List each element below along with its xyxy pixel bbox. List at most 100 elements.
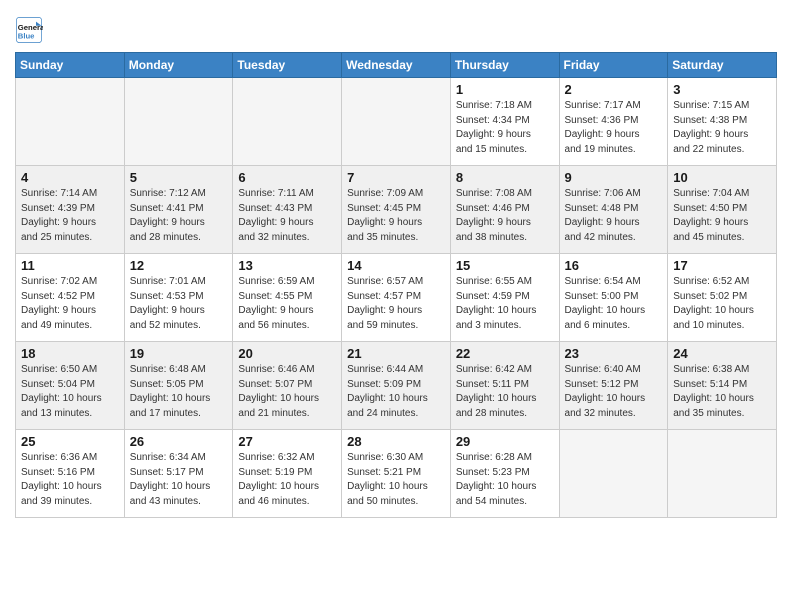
weekday-thursday: Thursday xyxy=(450,53,559,78)
day-info: Sunrise: 7:15 AM Sunset: 4:38 PM Dayligh… xyxy=(673,99,771,157)
svg-text:Blue: Blue xyxy=(18,31,35,40)
weekday-header: SundayMondayTuesdayWednesdayThursdayFrid… xyxy=(16,53,777,78)
day-number: 6 xyxy=(238,170,336,185)
header: General Blue xyxy=(15,10,777,44)
day-info: Sunrise: 7:17 AM Sunset: 4:36 PM Dayligh… xyxy=(565,99,663,157)
day-number: 13 xyxy=(238,258,336,273)
day-number: 7 xyxy=(347,170,445,185)
day-number: 19 xyxy=(130,346,228,361)
week-row: 4 Sunrise: 7:14 AM Sunset: 4:39 PM Daylig… xyxy=(16,166,777,254)
day-info: Sunrise: 7:11 AM Sunset: 4:43 PM Dayligh… xyxy=(238,187,336,245)
day-info: Sunrise: 7:18 AM Sunset: 4:34 PM Dayligh… xyxy=(456,99,554,157)
calendar-cell: 13 Sunrise: 6:59 AM Sunset: 4:55 PM Dayli… xyxy=(233,254,342,342)
day-info: Sunrise: 6:59 AM Sunset: 4:55 PM Dayligh… xyxy=(238,275,336,333)
calendar: SundayMondayTuesdayWednesdayThursdayFrid… xyxy=(15,52,777,518)
day-number: 18 xyxy=(21,346,119,361)
calendar-cell: 16 Sunrise: 6:54 AM Sunset: 5:00 PM Dayli… xyxy=(559,254,668,342)
calendar-cell xyxy=(668,430,777,518)
calendar-cell: 29 Sunrise: 6:28 AM Sunset: 5:23 PM Dayli… xyxy=(450,430,559,518)
calendar-cell xyxy=(124,78,233,166)
day-number: 17 xyxy=(673,258,771,273)
calendar-cell: 7 Sunrise: 7:09 AM Sunset: 4:45 PM Daylig… xyxy=(342,166,451,254)
day-number: 27 xyxy=(238,434,336,449)
day-number: 4 xyxy=(21,170,119,185)
calendar-cell: 12Sunrise: 7:01 AM Sunset: 4:53 PM Dayli… xyxy=(124,254,233,342)
day-number: 29 xyxy=(456,434,554,449)
calendar-cell: 6 Sunrise: 7:11 AM Sunset: 4:43 PM Daylig… xyxy=(233,166,342,254)
weekday-sunday: Sunday xyxy=(16,53,125,78)
calendar-cell xyxy=(16,78,125,166)
calendar-cell: 11 Sunrise: 7:02 AM Sunset: 4:52 PM Dayli… xyxy=(16,254,125,342)
day-info: Sunrise: 6:55 AM Sunset: 4:59 PM Dayligh… xyxy=(456,275,554,333)
day-info: Sunrise: 7:08 AM Sunset: 4:46 PM Dayligh… xyxy=(456,187,554,245)
day-number: 3 xyxy=(673,82,771,97)
day-info: Sunrise: 6:40 AM Sunset: 5:12 PM Dayligh… xyxy=(565,363,663,421)
day-number: 5 xyxy=(130,170,228,185)
day-info: Sunrise: 6:48 AM Sunset: 5:05 PM Dayligh… xyxy=(130,363,228,421)
logo: General Blue xyxy=(15,16,47,44)
calendar-cell: 9Sunrise: 7:06 AM Sunset: 4:48 PM Daylig… xyxy=(559,166,668,254)
day-number: 24 xyxy=(673,346,771,361)
week-row: 1 Sunrise: 7:18 AM Sunset: 4:34 PM Daylig… xyxy=(16,78,777,166)
day-number: 12 xyxy=(130,258,228,273)
day-info: Sunrise: 6:42 AM Sunset: 5:11 PM Dayligh… xyxy=(456,363,554,421)
calendar-cell: 10Sunrise: 7:04 AM Sunset: 4:50 PM Dayli… xyxy=(668,166,777,254)
day-info: Sunrise: 7:02 AM Sunset: 4:52 PM Dayligh… xyxy=(21,275,119,333)
day-info: Sunrise: 6:46 AM Sunset: 5:07 PM Dayligh… xyxy=(238,363,336,421)
calendar-cell xyxy=(233,78,342,166)
calendar-cell xyxy=(342,78,451,166)
week-row: 11 Sunrise: 7:02 AM Sunset: 4:52 PM Dayli… xyxy=(16,254,777,342)
calendar-cell: 1 Sunrise: 7:18 AM Sunset: 4:34 PM Daylig… xyxy=(450,78,559,166)
day-number: 22 xyxy=(456,346,554,361)
calendar-cell: 24Sunrise: 6:38 AM Sunset: 5:14 PM Dayli… xyxy=(668,342,777,430)
day-info: Sunrise: 7:14 AM Sunset: 4:39 PM Dayligh… xyxy=(21,187,119,245)
weekday-monday: Monday xyxy=(124,53,233,78)
day-info: Sunrise: 6:44 AM Sunset: 5:09 PM Dayligh… xyxy=(347,363,445,421)
day-number: 10 xyxy=(673,170,771,185)
day-number: 11 xyxy=(21,258,119,273)
day-info: Sunrise: 6:32 AM Sunset: 5:19 PM Dayligh… xyxy=(238,451,336,509)
day-info: Sunrise: 6:50 AM Sunset: 5:04 PM Dayligh… xyxy=(21,363,119,421)
calendar-cell: 20 Sunrise: 6:46 AM Sunset: 5:07 PM Dayli… xyxy=(233,342,342,430)
day-number: 8 xyxy=(456,170,554,185)
day-info: Sunrise: 7:12 AM Sunset: 4:41 PM Dayligh… xyxy=(130,187,228,245)
day-number: 20 xyxy=(238,346,336,361)
day-number: 2 xyxy=(565,82,663,97)
day-number: 14 xyxy=(347,258,445,273)
calendar-cell: 26 Sunrise: 6:34 AM Sunset: 5:17 PM Dayli… xyxy=(124,430,233,518)
weekday-tuesday: Tuesday xyxy=(233,53,342,78)
day-info: Sunrise: 6:30 AM Sunset: 5:21 PM Dayligh… xyxy=(347,451,445,509)
day-number: 28 xyxy=(347,434,445,449)
day-info: Sunrise: 6:57 AM Sunset: 4:57 PM Dayligh… xyxy=(347,275,445,333)
day-info: Sunrise: 6:52 AM Sunset: 5:02 PM Dayligh… xyxy=(673,275,771,333)
weekday-wednesday: Wednesday xyxy=(342,53,451,78)
day-info: Sunrise: 6:34 AM Sunset: 5:17 PM Dayligh… xyxy=(130,451,228,509)
day-number: 26 xyxy=(130,434,228,449)
day-info: Sunrise: 6:28 AM Sunset: 5:23 PM Dayligh… xyxy=(456,451,554,509)
day-info: Sunrise: 6:54 AM Sunset: 5:00 PM Dayligh… xyxy=(565,275,663,333)
calendar-cell: 2 Sunrise: 7:17 AM Sunset: 4:36 PM Daylig… xyxy=(559,78,668,166)
day-info: Sunrise: 7:09 AM Sunset: 4:45 PM Dayligh… xyxy=(347,187,445,245)
calendar-cell: 3 Sunrise: 7:15 AM Sunset: 4:38 PM Daylig… xyxy=(668,78,777,166)
calendar-cell: 14 Sunrise: 6:57 AM Sunset: 4:57 PM Dayli… xyxy=(342,254,451,342)
logo-icon: General Blue xyxy=(15,16,43,44)
week-row: 18 Sunrise: 6:50 AM Sunset: 5:04 PM Dayli… xyxy=(16,342,777,430)
calendar-cell: 27 Sunrise: 6:32 AM Sunset: 5:19 PM Dayli… xyxy=(233,430,342,518)
week-row: 25Sunrise: 6:36 AM Sunset: 5:16 PM Dayli… xyxy=(16,430,777,518)
calendar-cell: 23 Sunrise: 6:40 AM Sunset: 5:12 PM Dayli… xyxy=(559,342,668,430)
calendar-body: 1 Sunrise: 7:18 AM Sunset: 4:34 PM Daylig… xyxy=(16,78,777,518)
calendar-cell: 28 Sunrise: 6:30 AM Sunset: 5:21 PM Dayli… xyxy=(342,430,451,518)
calendar-cell xyxy=(559,430,668,518)
day-number: 16 xyxy=(565,258,663,273)
calendar-cell: 18 Sunrise: 6:50 AM Sunset: 5:04 PM Dayli… xyxy=(16,342,125,430)
weekday-friday: Friday xyxy=(559,53,668,78)
day-number: 9 xyxy=(565,170,663,185)
day-number: 23 xyxy=(565,346,663,361)
calendar-cell: 22 Sunrise: 6:42 AM Sunset: 5:11 PM Dayli… xyxy=(450,342,559,430)
day-number: 1 xyxy=(456,82,554,97)
day-number: 21 xyxy=(347,346,445,361)
calendar-cell: 5 Sunrise: 7:12 AM Sunset: 4:41 PM Daylig… xyxy=(124,166,233,254)
calendar-cell: 21 Sunrise: 6:44 AM Sunset: 5:09 PM Dayli… xyxy=(342,342,451,430)
calendar-cell: 17 Sunrise: 6:52 AM Sunset: 5:02 PM Dayli… xyxy=(668,254,777,342)
day-number: 15 xyxy=(456,258,554,273)
